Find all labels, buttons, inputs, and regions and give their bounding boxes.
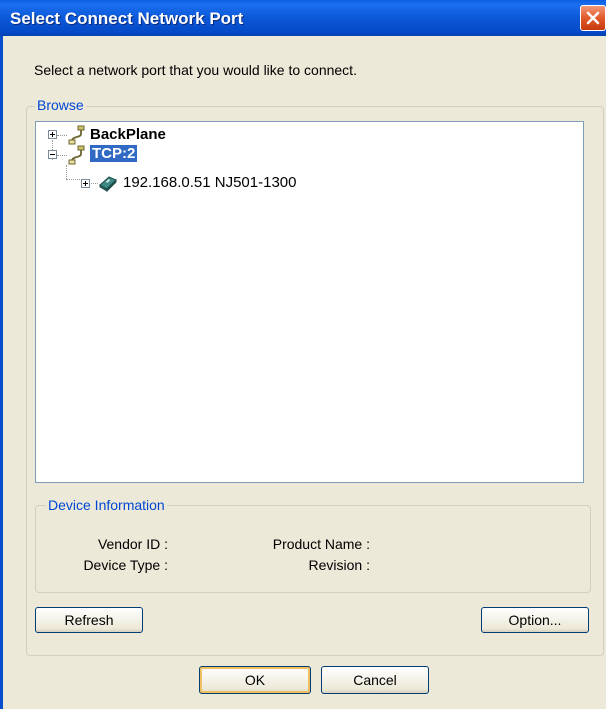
instruction-text: Select a network port that you would lik… <box>34 62 357 78</box>
browse-label: Browse <box>35 97 86 113</box>
window-title: Select Connect Network Port <box>10 9 244 28</box>
refresh-button[interactable]: Refresh <box>35 607 143 633</box>
tree-item-label: TCP:2 <box>90 145 138 162</box>
vendor-id-label: Vendor ID : <box>97 536 168 552</box>
title-bar[interactable]: Select Connect Network Port <box>0 0 606 36</box>
controller-device-icon <box>99 176 117 192</box>
close-button[interactable] <box>580 5 606 31</box>
network-tree[interactable]: BackPlane TCP:2 192.168.0.51 NJ501-1300 <box>35 121 584 483</box>
collapse-icon[interactable] <box>48 150 57 159</box>
tree-item-controller[interactable]: 192.168.0.51 NJ501-1300 <box>36 173 436 193</box>
device-info-label: Device Information <box>46 497 167 513</box>
tree-item-label: BackPlane <box>90 126 166 143</box>
expand-icon[interactable] <box>48 130 57 139</box>
revision-label: Revision : <box>308 557 370 573</box>
expand-icon[interactable] <box>81 179 90 188</box>
product-name-label: Product Name : <box>272 536 370 552</box>
cancel-button[interactable]: Cancel <box>321 666 429 694</box>
window-frame-left <box>0 36 3 709</box>
dialog-window: Select Connect Network Port Select a net… <box>0 0 606 709</box>
device-type-label: Device Type : <box>83 557 168 573</box>
option-button[interactable]: Option... <box>481 607 589 633</box>
tree-item-backplane[interactable]: BackPlane <box>36 125 336 145</box>
tree-item-label: 192.168.0.51 NJ501-1300 <box>123 174 297 191</box>
port-plug-icon <box>68 125 85 145</box>
close-icon <box>586 11 600 25</box>
port-plug-icon <box>68 145 85 165</box>
ok-button[interactable]: OK <box>199 666 311 694</box>
tree-item-tcp2[interactable]: TCP:2 <box>36 145 336 165</box>
